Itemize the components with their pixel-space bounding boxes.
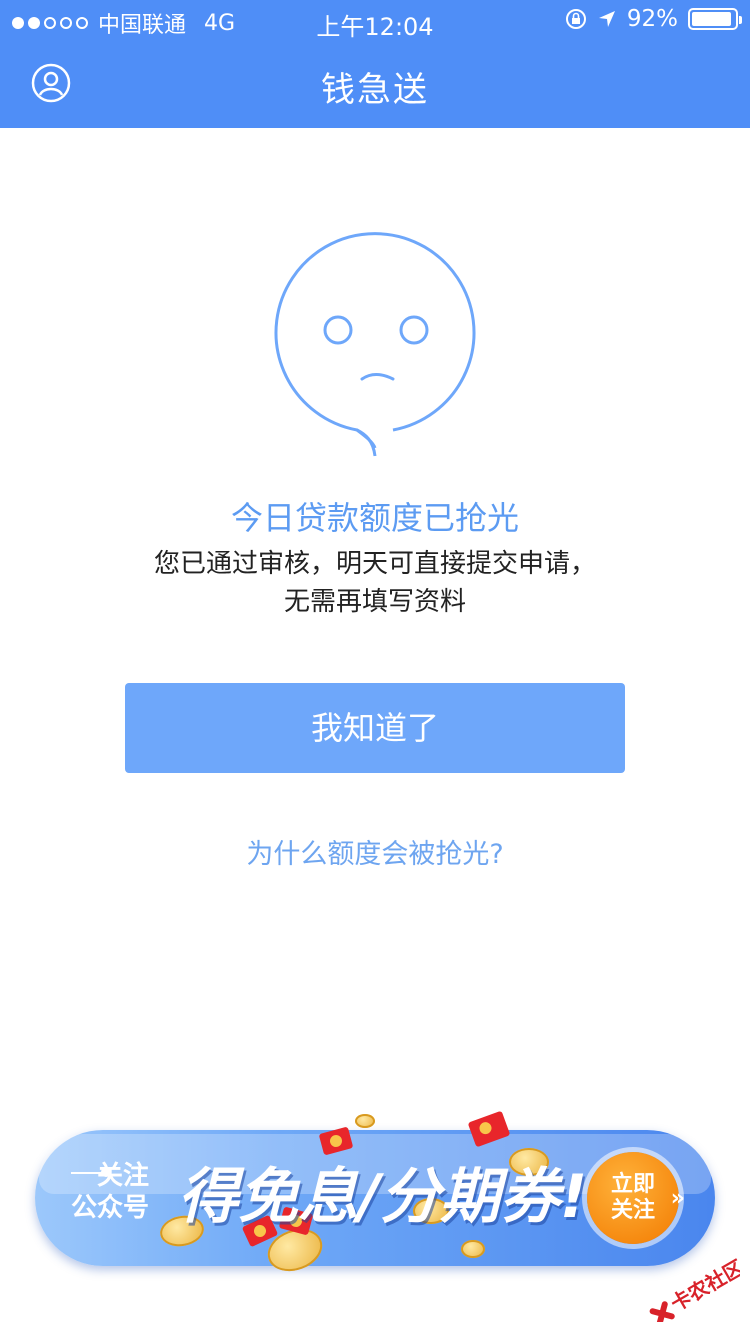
message-title: 今日贷款额度已抢光: [230, 499, 519, 537]
cta-line: 立即: [610, 1172, 655, 1197]
page-title: 钱急送: [321, 70, 429, 110]
pin-line-icon: [71, 1167, 111, 1177]
message-body: 您已通过审核，明天可直接提交申请， 无需再填写资料: [0, 545, 750, 621]
banner-headline: 得免息/分期券!: [178, 1162, 588, 1232]
battery-percent: 92%: [626, 6, 678, 32]
rotation-lock-icon: [565, 9, 586, 29]
banner-follow-line: 关注: [97, 1161, 150, 1191]
banner-follow-label: 关注 公众号: [71, 1160, 150, 1223]
coin-icon: [355, 1114, 375, 1128]
top-bar: 中国联通 4G 上午12:04 92% 钱急送: [0, 0, 750, 128]
message-body-line: 无需再填写资料: [283, 587, 466, 617]
why-quota-link[interactable]: 为什么额度会被抢光?: [0, 832, 750, 871]
status-bar: 中国联通 4G 上午12:04 92%: [0, 0, 750, 41]
sad-face-icon: [274, 232, 476, 457]
acknowledge-button[interactable]: 我知道了: [125, 683, 625, 773]
cta-line: 关注: [610, 1198, 655, 1223]
message-body-line: 您已通过审核，明天可直接提交申请，: [153, 549, 596, 579]
battery-icon: [688, 8, 742, 30]
promo-banner[interactable]: 关注 公众号 得免息/分期券! 立即 关注 »: [35, 1110, 715, 1279]
svg-text:卡农社区: 卡农社区: [666, 1255, 740, 1316]
follow-now-button[interactable]: 立即 关注 »: [587, 1152, 685, 1244]
nav-bar: 钱急送: [0, 40, 750, 128]
watermark-logo: 卡农社区: [649, 1255, 740, 1322]
coin-icon: [461, 1240, 485, 1258]
location-arrow-icon: [598, 11, 615, 27]
double-chevron-icon: »: [670, 1186, 685, 1211]
banner-follow-line: 公众号: [71, 1193, 150, 1223]
